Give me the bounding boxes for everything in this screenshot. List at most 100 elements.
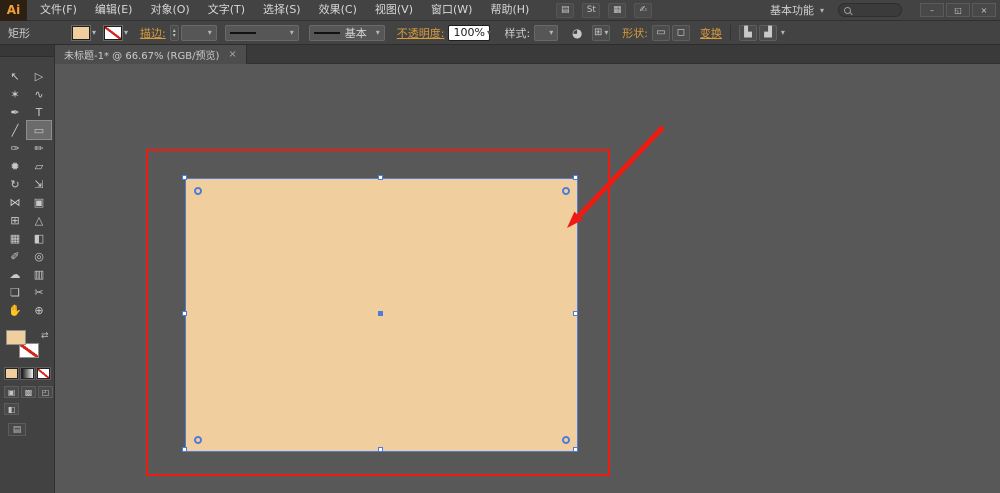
shape-properties-icon-b[interactable]: ◻ (671, 24, 690, 41)
cs-live-icon[interactable]: ✍ (634, 2, 653, 18)
corner-widget-bottom-right[interactable] (562, 436, 570, 444)
close-button[interactable]: × (972, 3, 996, 17)
search-box[interactable] (838, 3, 902, 17)
collapsed-panel-icon[interactable]: ▤ (8, 423, 26, 436)
fill-dropdown-icon[interactable]: ▾ (92, 28, 96, 37)
rotate-tool[interactable]: ↻ (3, 175, 27, 193)
shape-properties-icon-a[interactable]: ▭ (651, 24, 670, 41)
menu-window[interactable]: 窗口(W) (422, 0, 481, 20)
menu-effect[interactable]: 效果(C) (310, 0, 366, 20)
symbol-sprayer-tool[interactable]: ☁ (3, 265, 27, 283)
stroke-weight-stepper[interactable]: ▴ ▾ (169, 24, 179, 41)
corner-widget-bottom-left[interactable] (194, 436, 202, 444)
width-profile-dropdown[interactable]: ▾ (224, 24, 299, 41)
zoom-tool[interactable]: ⊕ (27, 301, 51, 319)
eyedropper-tool[interactable]: ✐ (3, 247, 27, 265)
magic-wand-tool[interactable]: ✶ (3, 85, 27, 103)
brush-definition-dropdown[interactable]: 基本 ▾ (308, 24, 385, 41)
stroke-weight-dropdown[interactable]: ▾ (180, 24, 217, 41)
hand-tool[interactable]: ✋ (3, 301, 27, 319)
search-input[interactable] (855, 4, 896, 16)
menu-object[interactable]: 对象(O) (141, 0, 198, 20)
paintbrush-tool[interactable]: ✑ (3, 139, 27, 157)
line-segment-tool[interactable]: ╱ (3, 121, 27, 139)
swap-fill-stroke-icon[interactable]: ⇄ (41, 331, 49, 341)
direct-selection-tool[interactable]: ▷ (27, 67, 51, 85)
eraser-tool[interactable]: ▱ (27, 157, 51, 175)
blend-tool[interactable]: ◎ (27, 247, 51, 265)
stroke-color-swatch[interactable] (103, 24, 124, 41)
menu-help[interactable]: 帮助(H) (481, 0, 538, 20)
lasso-tool[interactable]: ∿ (27, 85, 51, 103)
minimize-button[interactable]: – (920, 3, 944, 17)
handle-middle-right[interactable] (573, 311, 578, 316)
fill-color-swatch[interactable] (71, 24, 91, 41)
st-badge[interactable]: St (582, 2, 601, 18)
brush-definition-value: 基本 (344, 26, 367, 40)
canvas-area[interactable] (55, 64, 1000, 493)
rectangle-tool[interactable]: ▭ (26, 120, 52, 140)
stroke-panel-link[interactable]: 描边: (140, 25, 166, 41)
chevron-down-icon[interactable]: ▾ (487, 28, 491, 37)
column-graph-tool[interactable]: ▥ (27, 265, 51, 283)
menu-edit[interactable]: 编辑(E) (86, 0, 142, 20)
draw-inside-icon[interactable]: ◰ (38, 386, 53, 398)
recolor-artwork-icon[interactable]: ◕ (568, 25, 586, 41)
stroke-dropdown-icon[interactable]: ▾ (124, 28, 128, 37)
chevron-down-icon[interactable]: ▾ (781, 28, 785, 37)
handle-top-center[interactable] (378, 175, 383, 180)
tools-panel-header[interactable] (0, 45, 54, 57)
handle-bottom-left[interactable] (182, 447, 187, 452)
screen-mode-button[interactable]: ◧ (4, 403, 19, 415)
blob-brush-tool[interactable]: ✹ (3, 157, 27, 175)
perspective-grid-tool[interactable]: △ (27, 211, 51, 229)
draw-behind-icon[interactable]: ▩ (21, 386, 36, 398)
layout-picker-icon[interactable]: ▦ (608, 2, 627, 18)
menu-file[interactable]: 文件(F) (31, 0, 86, 20)
corner-widget-top-left[interactable] (194, 187, 202, 195)
drawn-rectangle[interactable] (182, 175, 578, 452)
color-button[interactable] (4, 367, 19, 380)
style-dropdown[interactable]: ▾ (534, 24, 559, 41)
handle-top-right[interactable] (573, 175, 578, 180)
restore-button[interactable]: ◱ (946, 3, 970, 17)
opacity-input[interactable]: 100% ▾ (448, 24, 491, 41)
artboard-tool[interactable]: ❏ (3, 283, 27, 301)
mesh-tool[interactable]: ▦ (3, 229, 27, 247)
spin-down-icon[interactable]: ▾ (173, 32, 176, 38)
scale-tool[interactable]: ⇲ (27, 175, 51, 193)
gradient-button[interactable] (20, 367, 35, 380)
workspace-switcher[interactable]: 基本功能 ▾ (770, 2, 824, 18)
align-options-icon-a[interactable]: ▙ (738, 24, 757, 41)
transform-panel-link[interactable]: 变换 (700, 25, 722, 41)
none-button[interactable] (36, 367, 51, 380)
gradient-tool[interactable]: ◧ (27, 229, 51, 247)
handle-bottom-right[interactable] (573, 447, 578, 452)
width-tool[interactable]: ⋈ (3, 193, 27, 211)
free-transform-tool[interactable]: ▣ (27, 193, 51, 211)
handle-top-left[interactable] (182, 175, 187, 180)
align-options-icon-b[interactable]: ▟ (758, 24, 777, 41)
handle-middle-left[interactable] (182, 311, 187, 316)
selection-tool[interactable]: ↖ (3, 67, 27, 85)
handle-bottom-center[interactable] (378, 447, 383, 452)
style-label: 样式: (504, 26, 531, 40)
tab-close-icon[interactable]: × (228, 49, 236, 60)
pencil-tool[interactable]: ✏ (27, 139, 51, 157)
opacity-panel-link[interactable]: 不透明度: (397, 25, 445, 41)
slice-tool[interactable]: ✂ (27, 283, 51, 301)
shape-builder-tool[interactable]: ⊞ (3, 211, 27, 229)
menu-type[interactable]: 文字(T) (199, 0, 254, 20)
stroke-swatch[interactable] (19, 343, 39, 358)
type-tool[interactable]: T (27, 103, 51, 121)
pen-tool[interactable]: ✒ (3, 103, 27, 121)
center-point-handle[interactable] (378, 311, 383, 316)
corner-widget-top-right[interactable] (562, 187, 570, 195)
menu-select[interactable]: 选择(S) (254, 0, 310, 20)
draw-normal-icon[interactable]: ▣ (4, 386, 19, 398)
menu-view[interactable]: 视图(V) (366, 0, 422, 20)
arrange-documents-icon[interactable]: ▤ (556, 2, 575, 18)
fill-swatch[interactable] (6, 330, 26, 345)
document-setup-grid-icon[interactable]: ⊞ ▾ (592, 24, 611, 41)
document-tab[interactable]: 未标题-1* @ 66.67% (RGB/预览) × (55, 45, 247, 64)
